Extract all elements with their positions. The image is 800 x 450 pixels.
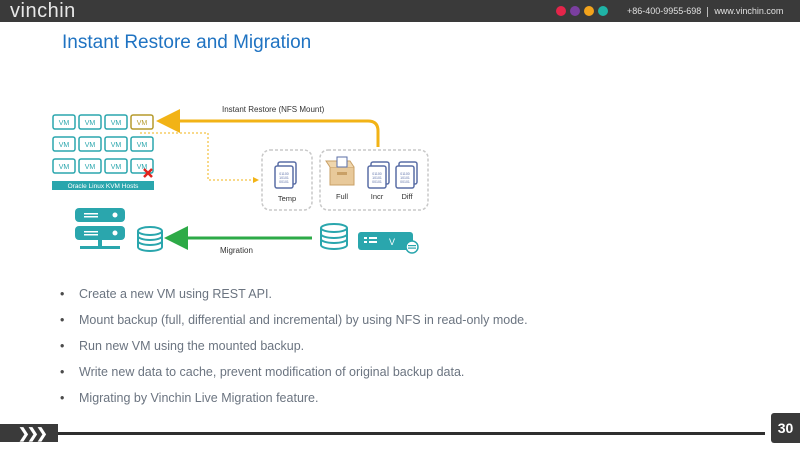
- vm-row-2: VM VM VM VM: [52, 136, 154, 152]
- vm-row-3: VM VM VM VM: [52, 158, 154, 178]
- list-item-text: Write new data to cache, prevent modific…: [79, 365, 465, 379]
- vm-label: VM: [111, 120, 122, 127]
- brand-dot-teal: [598, 6, 608, 16]
- hosts-label: Oracle Linux KVM Hosts: [68, 183, 140, 190]
- vm-label: VM: [59, 142, 70, 149]
- vm-label: VM: [85, 120, 96, 127]
- brand-dot-red: [556, 6, 566, 16]
- contact-info: +86-400-9955-698 www.vinchin.com: [627, 5, 783, 17]
- diff-label: Diff: [401, 192, 413, 201]
- vm-label: VM: [59, 164, 70, 171]
- vm-label: VM: [111, 142, 122, 149]
- diagram-svg: Instant Restore (NFS Mount) VM VM VM VM …: [52, 105, 429, 255]
- page-title: Instant Restore and Migration: [62, 32, 312, 53]
- full-label: Full: [336, 192, 348, 201]
- instant-restore-arrow: [156, 109, 380, 147]
- svg-text:00101: 00101: [372, 180, 382, 184]
- database-icon: [137, 226, 163, 252]
- list-item: • Create a new VM using REST API.: [60, 283, 528, 309]
- list-item: • Migrating by Vinchin Live Migration fea…: [60, 387, 528, 413]
- vm-label: VM: [85, 164, 96, 171]
- brand-dot-purple: [570, 6, 580, 16]
- list-item-text: Run new VM using the mounted backup.: [79, 339, 305, 353]
- vm-label: VM: [85, 142, 96, 149]
- vm-label: VM: [137, 120, 148, 127]
- incr-label: Incr: [371, 192, 384, 201]
- list-item-text: Mount backup (full, differential and inc…: [79, 313, 528, 327]
- full-backup-box-icon: [325, 156, 355, 186]
- vm-row-1: VM VM VM VM: [52, 114, 154, 130]
- list-item: • Run new VM using the mounted backup.: [60, 335, 528, 361]
- bullet-icon: •: [60, 365, 65, 379]
- footer-divider: [0, 432, 765, 435]
- migration-label: Migration: [220, 246, 253, 255]
- footer-chevrons-icon: ❯ ❯ ❯: [0, 424, 58, 442]
- contact-separator: [707, 6, 709, 17]
- vm-label: VM: [59, 120, 70, 127]
- bullet-icon: •: [60, 287, 65, 301]
- header-bar: vinchin +86-400-9955-698 www.vinchin.com: [0, 0, 800, 22]
- vm-label: VM: [137, 142, 148, 149]
- list-item-text: Create a new VM using REST API.: [79, 287, 272, 301]
- list-item: • Mount backup (full, differential and in…: [60, 309, 528, 335]
- diff-document-icon: 01100 10101 00101: [395, 161, 418, 189]
- backup-server-v-label: V: [389, 237, 395, 247]
- incr-document-icon: 01100 10101 00101: [367, 161, 390, 189]
- temp-label: Temp: [278, 194, 296, 203]
- bullet-icon: •: [60, 313, 65, 327]
- feature-list: • Create a new VM using REST API. • Mount …: [60, 283, 528, 413]
- bullet-icon: •: [60, 391, 65, 405]
- svg-text:00101: 00101: [400, 180, 410, 184]
- phone-number: +86-400-9955-698: [627, 6, 702, 16]
- temp-document-icon: 01100 10101 00101: [274, 161, 297, 189]
- bullet-icon: •: [60, 339, 65, 353]
- list-item-text: Migrating by Vinchin Live Migration feat…: [79, 391, 319, 405]
- instant-restore-label: Instant Restore (NFS Mount): [222, 105, 325, 114]
- website-link[interactable]: www.vinchin.com: [714, 6, 783, 16]
- vm-label: VM: [111, 164, 122, 171]
- list-item: • Write new data to cache, prevent modifi…: [60, 361, 528, 387]
- svg-text:00101: 00101: [279, 180, 289, 184]
- vm-grid: VM VM VM VM VM VM VM VM VM VM VM VM: [52, 114, 154, 178]
- brand-dots: [556, 6, 608, 16]
- page-number: 30: [771, 413, 800, 443]
- backup-storage-database-icon: [320, 223, 348, 250]
- cache-link-arrow: [140, 132, 259, 183]
- vinchin-logo: vinchin: [10, 0, 76, 22]
- brand-dot-orange: [584, 6, 594, 16]
- restore-migration-diagram: Instant Restore (NFS Mount) VM VM VM VM …: [40, 95, 460, 265]
- server-stack-icon: [75, 208, 125, 249]
